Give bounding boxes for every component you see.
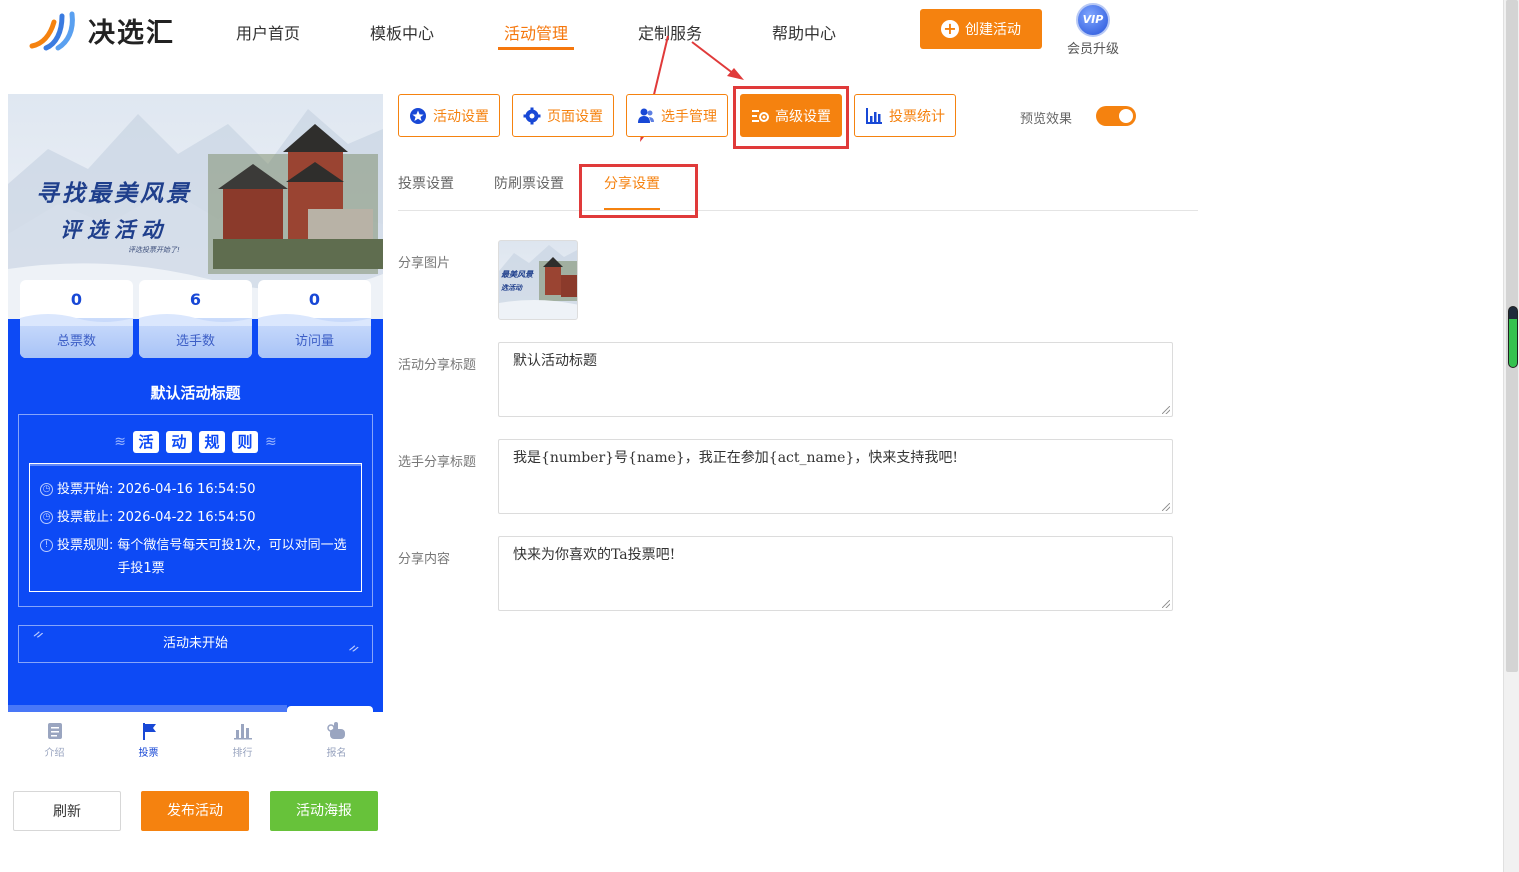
tab-label: 投票 xyxy=(138,748,159,759)
bar-chart-icon xyxy=(865,107,883,125)
highlight-box-share-settings xyxy=(579,164,698,218)
stat-value: 0 xyxy=(308,290,321,309)
clock-icon: ◷ xyxy=(40,511,53,524)
button-label: 活动设置 xyxy=(433,108,489,125)
tab-intro[interactable]: 介绍 xyxy=(8,712,101,759)
rules-list: ◷ 投票开始: 2026-04-16 16:54:50 ◷ 投票截止: 2026… xyxy=(29,463,362,592)
mobile-preview: 寻找最美风景 评选活动 评选投票开始了! 0 总票数 6 选手数 0 访问量 默… xyxy=(8,94,383,712)
publish-activity-button[interactable]: 发布活动 xyxy=(141,791,249,831)
clock-icon: ◷ xyxy=(40,483,53,496)
share-content-label: 分享内容 xyxy=(398,552,451,567)
stat-label: 总票数 xyxy=(56,334,96,349)
refresh-button[interactable]: 刷新 xyxy=(13,791,121,831)
wave-decoration xyxy=(258,314,371,326)
rules-heading: ≋ 活 动 规 则 ≋ xyxy=(19,431,372,453)
highlight-box-advanced-settings xyxy=(733,86,849,149)
banner-title-line2: 评选活动 xyxy=(60,217,168,242)
share-image-text: 最美风景 xyxy=(501,269,533,279)
rule-value: 2026-04-22 16:54:50 xyxy=(117,510,256,525)
activity-share-title-input[interactable]: 默认活动标题 xyxy=(498,342,1173,417)
rules-section: ≋ 活 动 规 则 ≋ ◷ 投票开始: 2026-04-16 16:54:50 … xyxy=(18,414,373,607)
share-content-input[interactable]: 快来为你喜欢的Ta投票吧! xyxy=(498,536,1173,611)
document-icon xyxy=(8,718,101,744)
resize-handle[interactable] xyxy=(1162,600,1170,608)
share-image-text: 选活动 xyxy=(501,283,522,292)
info-icon: ! xyxy=(40,539,53,552)
share-image-thumbnail xyxy=(499,245,577,319)
scroll-indicator xyxy=(1508,306,1518,368)
share-image-upload[interactable]: 最美风景 选活动 xyxy=(498,240,578,320)
stat-label: 访问量 xyxy=(294,334,334,349)
activity-poster-button[interactable]: 活动海报 xyxy=(270,791,378,831)
button-label: 选手管理 xyxy=(661,108,717,125)
rule-value: 每个微信号每天可投1次，可以对同一选手投1票 xyxy=(117,538,347,576)
tab-label: 报名 xyxy=(326,748,347,759)
contestant-share-title-label: 选手分享标题 xyxy=(398,455,477,470)
bar-chart-icon xyxy=(196,718,289,744)
rule-end-time: ◷ 投票截止: 2026-04-22 16:54:50 xyxy=(40,506,255,529)
stat-visits: 0 访问量 xyxy=(258,280,371,358)
wave-decoration xyxy=(20,314,133,326)
banner-title-line1: 寻找最美风景 xyxy=(36,180,192,207)
rule-start-time: ◷ 投票开始: 2026-04-16 16:54:50 xyxy=(40,478,255,501)
stat-label: 选手数 xyxy=(175,334,215,349)
rule-value: 2026-04-16 16:54:50 xyxy=(117,482,256,497)
preview-effect-label: 预览效果 xyxy=(1020,112,1073,127)
tab-signup[interactable]: 报名 xyxy=(290,712,383,759)
resize-handle[interactable] xyxy=(1162,503,1170,511)
activity-settings-button[interactable]: 活动设置 xyxy=(398,94,500,137)
stat-contestants: 6 选手数 xyxy=(139,280,252,358)
subtab-anti-fraud-settings[interactable]: 防刷票设置 xyxy=(494,173,564,193)
activity-status: ᨀ 活动未开始 ᨀ xyxy=(18,625,373,663)
share-image-label: 分享图片 xyxy=(398,256,451,271)
activity-share-title-value: 默认活动标题 xyxy=(513,353,597,369)
rule-voting-rule: ! 投票规则: 每个微信号每天可投1次，可以对同一选手投1票 xyxy=(40,534,350,580)
rules-heading-char: 则 xyxy=(232,431,258,453)
rules-heading-char: 规 xyxy=(199,431,225,453)
contestant-share-title-value: 我是{number}号{name}，我正在参加{act_name}，快来支持我吧… xyxy=(513,450,958,466)
rule-label: 投票截止: xyxy=(57,510,114,525)
flag-icon xyxy=(102,718,195,744)
rule-label: 投票开始: xyxy=(57,482,114,497)
subtab-divider xyxy=(398,210,1198,211)
gear-icon xyxy=(523,107,541,125)
rules-heading-char: 动 xyxy=(166,431,192,453)
toggle-knob xyxy=(1119,109,1133,123)
page-settings-button[interactable]: 页面设置 xyxy=(512,94,614,137)
users-icon xyxy=(637,107,655,125)
preview-effect-toggle[interactable] xyxy=(1096,106,1136,126)
hand-pointer-icon xyxy=(290,718,383,744)
bird-icon: ᨀ xyxy=(348,640,360,656)
preview-activity-title: 默认活动标题 xyxy=(150,384,241,402)
share-content-value: 快来为你喜欢的Ta投票吧! xyxy=(513,547,676,563)
wave-icon: ≋ xyxy=(265,434,277,450)
stat-value: 0 xyxy=(70,290,83,309)
rules-heading-char: 活 xyxy=(133,431,159,453)
contestant-share-title-input[interactable]: 我是{number}号{name}，我正在参加{act_name}，快来支持我吧… xyxy=(498,439,1173,514)
tab-label: 排行 xyxy=(232,748,253,759)
activity-status-text: 活动未开始 xyxy=(162,636,228,651)
stat-value: 6 xyxy=(189,290,202,309)
banner-subtitle: 评选投票开始了! xyxy=(128,246,180,254)
star-icon xyxy=(409,107,427,125)
vote-statistics-button[interactable]: 投票统计 xyxy=(854,94,956,137)
rule-label: 投票规则: xyxy=(57,538,114,553)
phone-bottom-strip xyxy=(8,705,287,712)
tab-label: 介绍 xyxy=(44,748,65,759)
button-label: 投票统计 xyxy=(889,108,945,125)
subtab-vote-settings[interactable]: 投票设置 xyxy=(398,173,454,193)
button-label: 页面设置 xyxy=(547,108,603,125)
wave-decoration xyxy=(139,314,252,326)
preview-tabbar: 介绍 投票 排行 报名 xyxy=(8,712,383,762)
stat-total-votes: 0 总票数 xyxy=(20,280,133,358)
contestant-management-button[interactable]: 选手管理 xyxy=(626,94,728,137)
activity-share-title-label: 活动分享标题 xyxy=(398,358,477,373)
bird-icon: ᨀ xyxy=(33,626,45,642)
tab-vote[interactable]: 投票 xyxy=(102,712,195,759)
wave-icon: ≋ xyxy=(114,434,126,450)
tab-ranking[interactable]: 排行 xyxy=(196,712,289,759)
resize-handle[interactable] xyxy=(1162,406,1170,414)
